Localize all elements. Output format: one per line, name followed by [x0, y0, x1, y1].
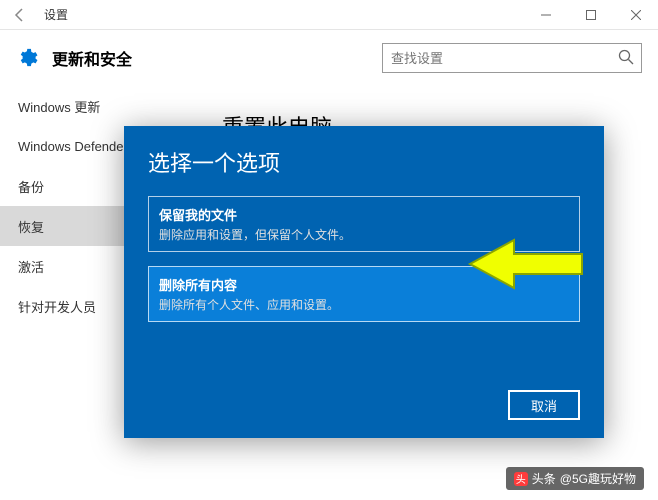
- option-desc: 删除应用和设置，但保留个人文件。: [159, 226, 569, 243]
- dialog-title: 选择一个选项: [148, 146, 580, 178]
- option-remove-everything[interactable]: 删除所有内容 删除所有个人文件、应用和设置。: [148, 266, 580, 322]
- maximize-button[interactable]: [568, 0, 613, 30]
- search-input[interactable]: [382, 43, 642, 73]
- gear-icon: [16, 47, 38, 69]
- option-desc: 删除所有个人文件、应用和设置。: [159, 296, 569, 313]
- settings-header: 更新和安全: [0, 30, 658, 86]
- option-title: 保留我的文件: [159, 205, 569, 224]
- search-icon[interactable]: [618, 49, 636, 67]
- watermark-prefix: 头条: [532, 470, 556, 487]
- sidebar-item-windows-update[interactable]: Windows 更新: [0, 86, 190, 126]
- minimize-button[interactable]: [523, 0, 568, 30]
- watermark: 头 头条 @5G趣玩好物: [506, 467, 644, 490]
- cancel-button[interactable]: 取消: [508, 390, 580, 420]
- back-button[interactable]: [8, 3, 32, 27]
- window-titlebar: 设置: [0, 0, 658, 30]
- option-title: 删除所有内容: [159, 275, 569, 294]
- watermark-text: @5G趣玩好物: [560, 470, 636, 487]
- watermark-icon: 头: [514, 472, 528, 486]
- page-title: 更新和安全: [52, 46, 132, 70]
- window-title: 设置: [44, 6, 68, 23]
- close-button[interactable]: [613, 0, 658, 30]
- reset-dialog: 选择一个选项 保留我的文件 删除应用和设置，但保留个人文件。 删除所有内容 删除…: [124, 126, 604, 438]
- option-keep-files[interactable]: 保留我的文件 删除应用和设置，但保留个人文件。: [148, 196, 580, 252]
